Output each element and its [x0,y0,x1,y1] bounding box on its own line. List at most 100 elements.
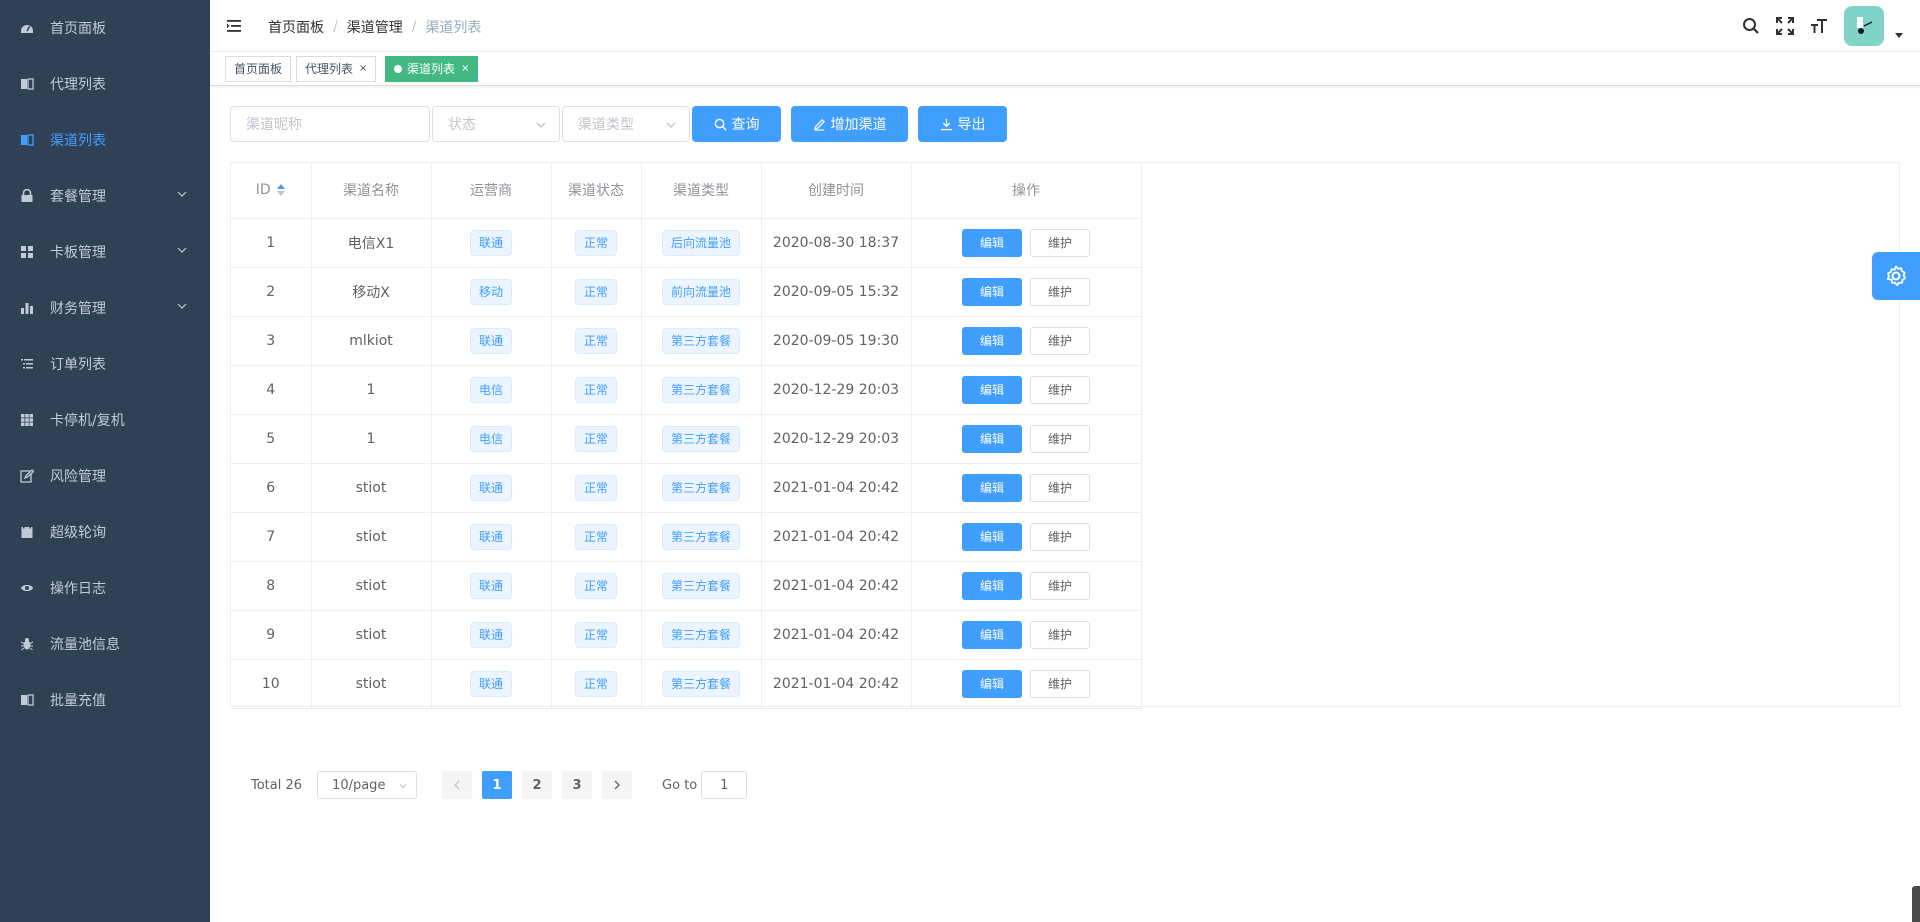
carrier-tag: 联通 [469,621,512,648]
page-2-button[interactable]: 2 [522,771,553,799]
status-tag: 正常 [574,229,617,256]
sidebar-item-4[interactable]: 卡板管理 [0,224,210,280]
cell-type: 第三方套餐 [641,463,762,513]
sidebar-item-label: 财务管理 [50,301,106,317]
edit-button[interactable]: 编辑 [962,669,1022,698]
status-tag: 正常 [574,670,617,697]
maintain-button[interactable]: 维护 [1030,375,1090,404]
maintain-button[interactable]: 维护 [1030,424,1090,453]
fullscreen-icon[interactable] [1768,0,1802,52]
sidebar-item-6[interactable]: 订单列表 [0,336,210,392]
edit-button[interactable]: 编辑 [962,326,1022,355]
breadcrumb-item-current: 渠道列表 [425,20,482,36]
cell-actions: 编辑 维护 [911,365,1142,415]
table-icon [20,413,34,427]
tag-home[interactable]: 首页面板 [225,56,292,82]
cell-status: 正常 [551,267,642,317]
maintain-button[interactable]: 维护 [1030,571,1090,600]
breadcrumb-item-channel-mgmt[interactable]: 渠道管理 [347,17,403,37]
cell-carrier: 联通 [431,463,552,513]
edit-button[interactable]: 编辑 [962,375,1022,404]
edit-button[interactable]: 编辑 [962,228,1022,257]
tag-channel-list[interactable]: 渠道列表 × [385,56,479,82]
cell-id: 2 [231,267,312,317]
prev-page-button[interactable] [442,771,473,799]
goto-page-input[interactable]: 1 [701,771,748,799]
edit-button[interactable]: 编辑 [962,522,1022,551]
breadcrumb: 首页面板 / 渠道管理 / 渠道列表 [268,17,481,37]
cell-created: 2020-12-29 20:03 [761,414,912,464]
sidebar-item-2[interactable]: 渠道列表 [0,112,210,168]
cell-actions: 编辑 维护 [911,463,1142,513]
maintain-button[interactable]: 维护 [1030,522,1090,551]
cell-created: 2021-01-04 20:42 [761,659,912,709]
page-1-button[interactable]: 1 [482,771,513,799]
sidebar-item-label: 超级轮询 [50,525,106,541]
sidebar-item-label: 卡板管理 [50,245,106,261]
edit-button[interactable]: 编辑 [962,424,1022,453]
cell-name: stiot [311,512,432,562]
query-label: 查询 [731,117,760,133]
sidebar-item-12[interactable]: 批量充值 [0,672,210,728]
maintain-button[interactable]: 维护 [1030,473,1090,502]
page-size-select[interactable]: 10/page [317,771,418,799]
sidebar-item-7[interactable]: 卡停机/复机 [0,392,210,448]
sidebar-item-1[interactable]: 代理列表 [0,56,210,112]
status-select[interactable]: 状态 [432,106,560,142]
close-icon[interactable]: × [461,57,469,81]
tag-agent-list[interactable]: 代理列表 × [296,56,377,82]
cell-type: 第三方套餐 [641,561,762,611]
add-channel-button[interactable]: 增加渠道 [791,106,908,142]
channel-name-input[interactable]: 渠道昵称 [230,106,430,142]
chevron-left-icon [454,780,460,790]
avatar[interactable] [1844,6,1884,46]
cell-actions: 编辑 维护 [911,512,1142,562]
edit-button[interactable]: 编辑 [962,277,1022,306]
sidebar-item-5[interactable]: 财务管理 [0,280,210,336]
maintain-button[interactable]: 维护 [1030,326,1090,355]
edit-button[interactable]: 编辑 [962,571,1022,600]
cell-name: 1 [311,414,432,464]
sidebar-item-9[interactable]: 超级轮询 [0,504,210,560]
export-label: 导出 [957,117,986,133]
sidebar-item-label: 操作日志 [50,581,106,597]
cell-type: 第三方套餐 [641,316,762,366]
export-button[interactable]: 导出 [918,106,1007,142]
cell-id: 3 [231,316,312,366]
list-icon [20,357,34,371]
table-row: 8 stiot 联通 正常 第三方套餐 2021-01-04 20:42 编辑 维护 [231,561,1142,611]
sidebar-item-8[interactable]: 风险管理 [0,448,210,504]
sort-icon[interactable] [276,183,286,197]
hamburger-icon[interactable] [226,17,244,35]
caret-down-icon[interactable] [1894,28,1904,44]
channel-name-placeholder: 渠道昵称 [246,117,302,133]
next-page-button[interactable] [602,771,633,799]
cell-created: 2021-01-04 20:42 [761,561,912,611]
search-icon[interactable] [1734,0,1768,52]
font-size-icon[interactable] [1802,0,1836,52]
page-3-button[interactable]: 3 [562,771,593,799]
edit-button[interactable]: 编辑 [962,620,1022,649]
maintain-button[interactable]: 维护 [1030,620,1090,649]
sidebar-item-11[interactable]: 流量池信息 [0,616,210,672]
sidebar-item-3[interactable]: 套餐管理 [0,168,210,224]
breadcrumb-item-home[interactable]: 首页面板 [268,17,324,37]
query-button[interactable]: 查询 [692,106,781,142]
sidebar-item-label: 代理列表 [50,77,106,93]
maintain-button[interactable]: 维护 [1030,669,1090,698]
sidebar-item-10[interactable]: 操作日志 [0,560,210,616]
scrollbar-handle[interactable] [1912,886,1920,922]
tag-label: 首页面板 [234,62,283,76]
settings-button[interactable] [1872,252,1920,300]
maintain-button[interactable]: 维护 [1030,277,1090,306]
channel-type-select[interactable]: 渠道类型 [562,106,690,142]
column-header-carrier: 运营商 [431,163,552,219]
maintain-button[interactable]: 维护 [1030,228,1090,257]
carrier-tag: 联通 [469,474,512,501]
cell-name: stiot [311,561,432,611]
cell-actions: 编辑 维护 [911,414,1142,464]
column-header-id[interactable]: ID [231,163,312,219]
edit-button[interactable]: 编辑 [962,473,1022,502]
sidebar-item-0[interactable]: 首页面板 [0,0,210,56]
close-icon[interactable]: × [359,57,367,81]
